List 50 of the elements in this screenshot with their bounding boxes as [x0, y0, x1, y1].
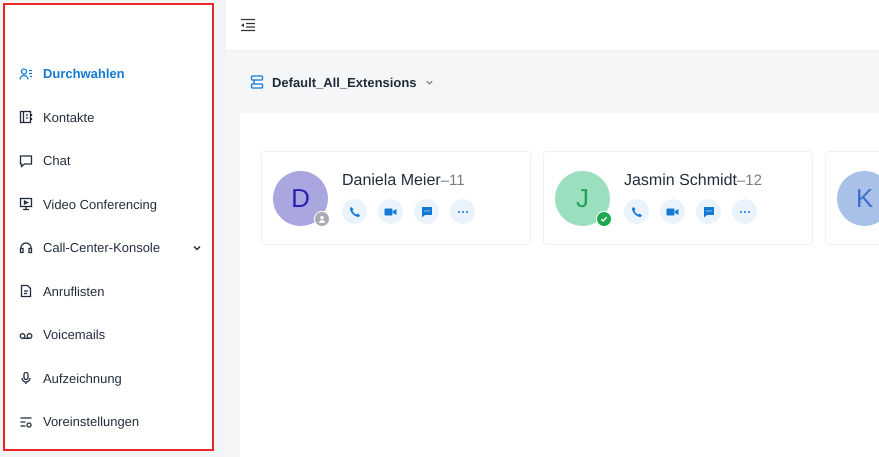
message-button[interactable]	[696, 199, 721, 224]
message-button[interactable]	[414, 199, 439, 224]
collapse-menu-icon[interactable]	[240, 18, 256, 32]
sidebar-item-label: Anruflisten	[43, 284, 106, 299]
avatar: D	[273, 170, 328, 226]
sidebar-item[interactable]: Kontakte	[5, 96, 212, 139]
sidebar-item[interactable]: Chat	[5, 139, 212, 182]
phone-icon	[348, 206, 360, 218]
monitor-icon	[19, 197, 33, 212]
video-camera-icon	[666, 206, 679, 216]
chat-icon	[19, 154, 33, 168]
sidebar-item[interactable]: Aufzeichnung	[5, 356, 212, 400]
sidebar-item[interactable]: Call-Center-Konsole	[5, 226, 212, 270]
sidebar-item-label: Call-Center-Konsole	[43, 240, 162, 256]
settings-icon	[19, 414, 33, 429]
chat-icon	[420, 206, 432, 218]
sidebar-item[interactable]: Anruflisten	[5, 270, 212, 313]
video-camera-icon	[384, 206, 397, 216]
contact-book-icon	[19, 110, 33, 124]
user-list-icon	[19, 66, 33, 81]
sidebar-item-label: Voicemails	[43, 327, 106, 342]
sidebar-item-label: Voreinstellungen	[43, 414, 140, 430]
extension-name: Jasmin Schmidt–12	[624, 172, 762, 190]
document-icon	[19, 284, 33, 298]
sidebar-item-label: Aufzeichnung	[43, 370, 123, 386]
video-call-button[interactable]	[660, 199, 685, 224]
chat-icon	[702, 206, 714, 218]
sidebar-item-label: Video Conferencing	[43, 196, 158, 212]
more-icon	[456, 210, 468, 214]
extension-name: Daniela Meier–11	[342, 172, 466, 190]
extension-card[interactable]: D Daniela Meier–11	[261, 151, 531, 245]
sidebar-item[interactable]: Voreinstellungen	[5, 400, 212, 444]
sidebar-item-label: Durchwahlen	[43, 66, 126, 82]
group-icon	[250, 75, 264, 89]
avatar: J	[555, 170, 610, 226]
microphone-icon	[19, 371, 33, 386]
extension-card[interactable]: J Jasmin Schmidt–12	[543, 151, 813, 245]
sidebar-item[interactable]: Voicemails	[5, 313, 212, 356]
sidebar-item[interactable]: Video Conferencing	[5, 182, 212, 226]
phone-icon	[630, 206, 642, 218]
sidebar-item-label: Kontakte	[43, 110, 96, 125]
sidebar-item-label: Chat	[43, 153, 72, 168]
video-call-button[interactable]	[378, 199, 403, 224]
call-button[interactable]	[342, 199, 367, 224]
avatar: K	[837, 170, 879, 226]
more-icon	[738, 210, 750, 214]
call-button[interactable]	[624, 199, 649, 224]
headset-icon	[19, 240, 33, 255]
sidebar-item[interactable]: Durchwahlen	[5, 52, 212, 96]
group-selector[interactable]: Default_All_Extensions	[250, 74, 434, 90]
